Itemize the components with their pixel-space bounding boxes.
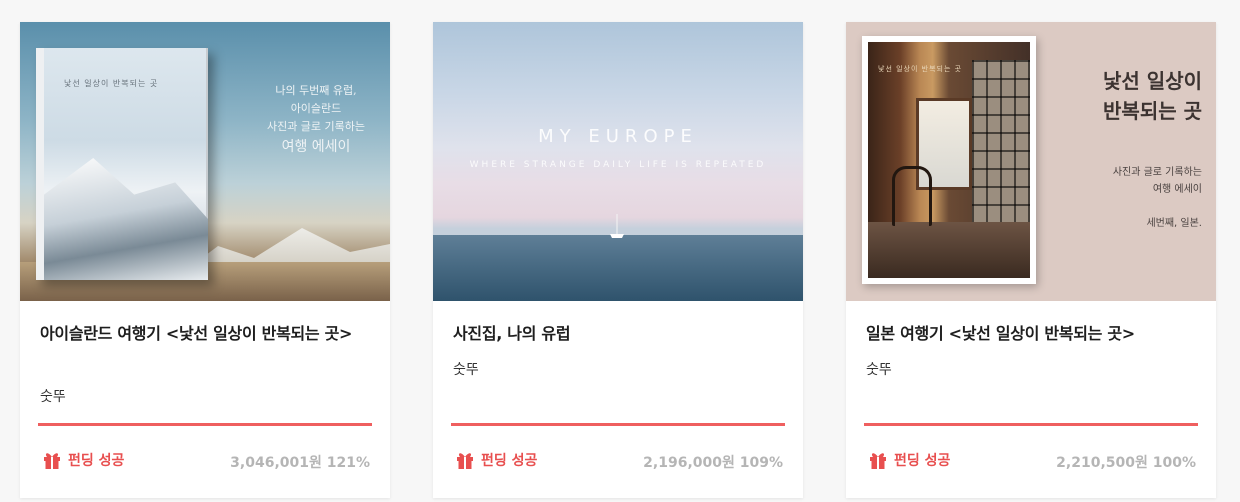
photo-frame: 낯선 일상이 반복되는 곳 <box>862 36 1036 284</box>
funding-progress-fill <box>864 423 1198 426</box>
project-title[interactable]: 사진집, 나의 유럽 <box>453 320 773 348</box>
project-title[interactable]: 일본 여행기 <낯선 일상이 반복되는 곳> <box>866 320 1186 348</box>
project-card[interactable]: 낯선 일상이 반복되는 곳 낯선 일상이 반복되는 곳 사진과 글로 기록하는 … <box>846 22 1216 498</box>
status-label: 펀딩 성공 <box>481 453 538 469</box>
funding-progress-bar <box>864 423 1198 426</box>
snow-mountain <box>44 158 208 280</box>
project-author[interactable]: 숫뚜 <box>453 359 479 379</box>
photo-caption: 낯선 일상이 반복되는 곳 <box>878 65 963 73</box>
thumbnail-hero-text: MY EUROPE <box>538 126 698 147</box>
funding-progress-fill <box>451 423 785 426</box>
project-card[interactable]: 낯선 일상이 반복되는 곳 나의 두번째 유럽, 아이슬란드 사진과 글로 기록… <box>20 22 390 498</box>
project-thumbnail[interactable]: 낯선 일상이 반복되는 곳 낯선 일상이 반복되는 곳 사진과 글로 기록하는 … <box>846 22 1216 301</box>
project-thumbnail[interactable]: 낯선 일상이 반복되는 곳 나의 두번째 유럽, 아이슬란드 사진과 글로 기록… <box>20 22 390 301</box>
project-author[interactable]: 숫뚜 <box>866 359 892 379</box>
gift-icon <box>870 453 886 469</box>
gift-icon <box>457 453 473 469</box>
project-thumbnail[interactable]: MY EUROPE WHERE STRANGE DAILY LIFE IS RE… <box>433 22 803 301</box>
status-label: 펀딩 성공 <box>894 453 951 469</box>
thumbnail-subtitle-line: 여행 에세이 <box>1152 184 1202 195</box>
sailboat-icon <box>610 214 624 238</box>
caption-big: 여행 에세이 <box>281 139 351 155</box>
project-author[interactable]: 숫뚜 <box>40 386 66 406</box>
thumbnail-title: 낯선 일상이 반복되는 곳 <box>1072 66 1202 126</box>
funding-progress-fill <box>38 423 372 426</box>
status-label: 펀딩 성공 <box>68 453 125 469</box>
thumbnail-caption: 나의 두번째 유럽, 아이슬란드 사진과 글로 기록하는 여행 에세이 <box>246 82 386 156</box>
funding-amount: 2,196,000원 109% <box>643 455 783 471</box>
funding-progress-bar <box>38 423 372 426</box>
project-title[interactable]: 아이슬란드 여행기 <낯선 일상이 반복되는 곳> <box>40 320 360 348</box>
sea-illustration <box>433 235 803 301</box>
book-cover: 낯선 일상이 반복되는 곳 <box>36 48 208 280</box>
caption-line: 사진과 글로 기록하는 <box>266 120 366 133</box>
funding-status: 펀딩 성공 <box>868 450 950 470</box>
cover-text: 낯선 일상이 반복되는 곳 <box>64 79 159 88</box>
caption-line: 나의 두번째 유럽, <box>275 84 357 97</box>
thumbnail-subtitle: 사진과 글로 기록하는 여행 에세이 <box>1072 164 1202 198</box>
thumbnail-subtitle-line: 사진과 글로 기록하는 <box>1112 167 1202 178</box>
funding-amount: 3,046,001원 121% <box>230 455 370 471</box>
thumbnail-title-line: 낯선 일상이 <box>1103 69 1202 93</box>
funding-status: 펀딩 성공 <box>42 450 124 470</box>
project-card[interactable]: MY EUROPE WHERE STRANGE DAILY LIFE IS RE… <box>433 22 803 498</box>
gift-icon <box>44 453 60 469</box>
caption-line: 아이슬란드 <box>290 102 342 115</box>
chair-illustration <box>892 166 932 226</box>
thumbnail-sub-text: WHERE STRANGE DAILY LIFE IS REPEATED <box>469 160 767 170</box>
funding-status: 펀딩 성공 <box>455 450 537 470</box>
funding-progress-bar <box>451 423 785 426</box>
room-photo: 낯선 일상이 반복되는 곳 <box>868 42 1030 278</box>
thumbnail-title-line: 반복되는 곳 <box>1103 99 1202 123</box>
floor-illustration <box>868 222 1030 278</box>
funding-amount: 2,210,500원 100% <box>1056 455 1196 471</box>
thumbnail-place: 세번째, 일본. <box>1146 218 1202 229</box>
